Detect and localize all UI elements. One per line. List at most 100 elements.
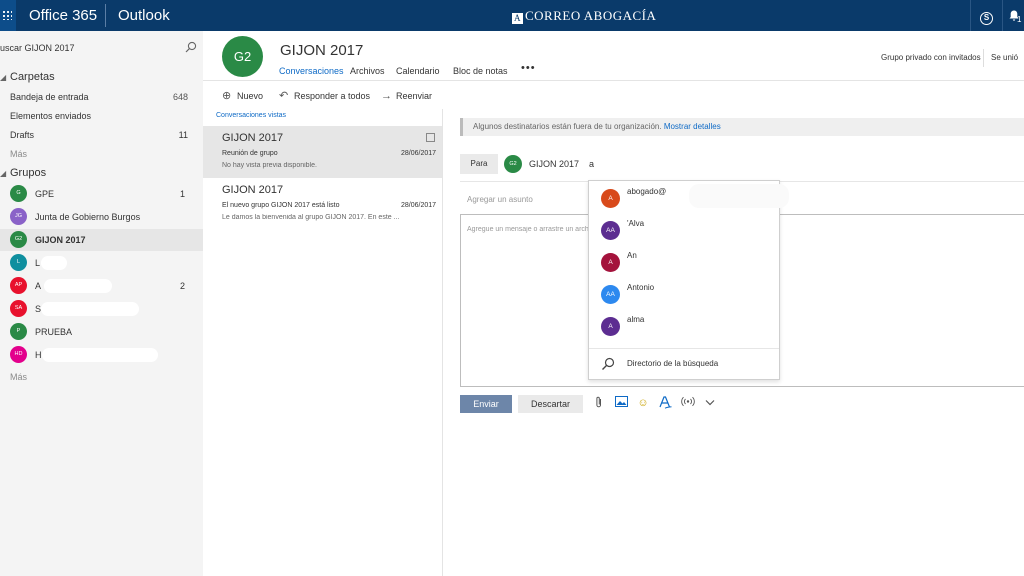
new-button[interactable]: ⊕ Nuevo: [222, 89, 263, 103]
membership-button[interactable]: Se unió: [983, 49, 1024, 67]
format-text-icon[interactable]: [658, 396, 672, 410]
show-details-link[interactable]: Mostrar detalles: [664, 122, 721, 131]
plus-circle-icon: ⊕: [222, 90, 232, 102]
folder-drafts[interactable]: Drafts 11: [10, 126, 195, 144]
redacted-text: [44, 279, 112, 293]
redacted-text: [42, 348, 158, 362]
skype-button[interactable]: S: [970, 0, 1002, 31]
list-item[interactable]: GIJON 2017 Reunión de grupo 28/06/2017 N…: [203, 126, 442, 178]
group-item-h[interactable]: HD H: [0, 344, 203, 366]
avatar: AA: [601, 285, 620, 304]
reply-all-icon: ↶: [279, 90, 289, 102]
group-item-s[interactable]: SA S: [0, 298, 203, 320]
notifications-button[interactable]: 1: [1002, 0, 1024, 31]
brand-mark-icon: A: [512, 13, 523, 24]
discard-button[interactable]: Descartar: [518, 395, 583, 413]
folder-inbox[interactable]: Bandeja de entrada 648: [10, 88, 195, 106]
list-item[interactable]: GIJON 2017 El nuevo grupo GIJON 2017 est…: [203, 178, 442, 230]
avatar: SA: [10, 300, 27, 317]
redacted-text: [41, 302, 139, 316]
insert-image-icon[interactable]: [614, 396, 628, 410]
search-icon: [602, 357, 615, 370]
brand-logo: A CORREO ABOGACÍA: [512, 8, 656, 24]
calendar-icon: [426, 133, 435, 142]
left-navigation: ◢Carpetas Bandeja de entrada648 Elemento…: [0, 31, 203, 576]
app-launcher-button[interactable]: [0, 0, 16, 31]
group-item-gpe[interactable]: G GPE 1: [0, 183, 203, 205]
to-input[interactable]: a: [589, 159, 594, 169]
group-item-junta[interactable]: JG Junta de Gobierno Burgos: [0, 206, 203, 228]
arrow-right-icon: →: [381, 90, 392, 102]
attach-icon[interactable]: [592, 396, 606, 410]
emoji-icon[interactable]: ☺: [636, 396, 650, 410]
group-item-l[interactable]: L L: [0, 252, 203, 274]
notification-badge: 1: [1017, 15, 1022, 24]
privacy-label: Grupo privado con invitados: [881, 53, 981, 62]
folders-header[interactable]: ◢ Carpetas: [0, 71, 55, 83]
avatar: A: [601, 317, 620, 336]
external-recipients-warning: Algunos destinatarios están fuera de tu …: [460, 118, 1024, 136]
body-border: [460, 214, 461, 387]
avatar: A: [601, 189, 620, 208]
avatar: JG: [10, 208, 27, 225]
topbar-divider: [105, 4, 106, 27]
search-directory-option[interactable]: Directorio de la búsqueda: [627, 359, 718, 368]
search-input[interactable]: [0, 37, 180, 59]
suite-name[interactable]: Office 365: [29, 7, 97, 24]
message-body-input[interactable]: Agregue un mensaje o arrastre un archivo…: [467, 226, 588, 233]
tab-conversations[interactable]: Conversaciones: [279, 66, 344, 76]
brand-text: CORREO ABOGACÍA: [525, 8, 657, 23]
groups-header[interactable]: ◢ Grupos: [0, 167, 46, 179]
recipient-chip[interactable]: GIJON 2017: [529, 159, 579, 169]
avatar: L: [10, 254, 27, 271]
redacted-text: [689, 184, 789, 208]
avatar: AP: [10, 277, 27, 294]
chevron-down-icon[interactable]: [703, 396, 717, 410]
avatar: AA: [601, 221, 620, 240]
search-box: [0, 37, 203, 59]
tab-files[interactable]: Archivos: [350, 66, 385, 76]
unread-count: 648: [172, 92, 188, 102]
waffle-icon: [2, 10, 12, 20]
suggestion-item[interactable]: AA 'Alva: [589, 213, 779, 245]
suggestion-item[interactable]: A abogado@: [589, 181, 789, 213]
redacted-text: [41, 256, 67, 270]
app-name[interactable]: Outlook: [118, 7, 170, 24]
suggestion-item[interactable]: A An: [589, 245, 779, 277]
suggestion-item[interactable]: A alma: [589, 309, 779, 341]
avatar: G: [10, 185, 27, 202]
to-button[interactable]: Para: [460, 154, 498, 174]
group-item-gijon-2017[interactable]: G2 GIJON 2017: [0, 229, 203, 251]
subject-input[interactable]: Agregar un asunto: [467, 195, 533, 204]
header-divider: [203, 80, 1024, 81]
body-border: [460, 386, 1024, 387]
tab-calendar[interactable]: Calendario: [396, 66, 440, 76]
avatar: A: [601, 253, 620, 272]
top-bar: Office 365 Outlook A CORREO ABOGACÍA S 1: [0, 0, 1024, 31]
forward-button[interactable]: → Reenviar: [381, 89, 432, 103]
search-icon[interactable]: [185, 41, 197, 53]
avatar: HD: [10, 346, 27, 363]
chevron-down-icon: ◢: [0, 73, 7, 82]
dropdown-divider: [589, 348, 779, 349]
suggestion-item[interactable]: AA Antonio: [589, 277, 779, 309]
drafts-count: 11: [178, 130, 188, 140]
reply-all-button[interactable]: ↶ Responder a todos: [279, 89, 370, 103]
groups-more-link[interactable]: Más: [10, 372, 27, 382]
pane-divider: [442, 109, 443, 576]
send-button[interactable]: Enviar: [460, 395, 512, 413]
avatar: G2: [10, 231, 27, 248]
group-item-prueba[interactable]: P PRUEBA: [0, 321, 203, 343]
recipient-suggestions: A abogado@ AA 'Alva A An AA Antonio A al…: [588, 180, 789, 380]
folders-more-link[interactable]: Más: [10, 149, 27, 159]
avatar: P: [10, 323, 27, 340]
chevron-down-icon: ◢: [0, 169, 7, 178]
group-avatar: G2: [222, 36, 263, 77]
folder-sent[interactable]: Elementos enviados: [10, 107, 195, 125]
broadcast-icon[interactable]: [681, 396, 695, 410]
recipient-avatar: G2: [504, 155, 522, 173]
group-item-a[interactable]: AP A 2: [0, 275, 203, 297]
list-title: Conversaciones vistas: [216, 112, 287, 119]
more-tabs-button[interactable]: •••: [521, 62, 536, 74]
tab-notebook[interactable]: Bloc de notas: [453, 66, 508, 76]
